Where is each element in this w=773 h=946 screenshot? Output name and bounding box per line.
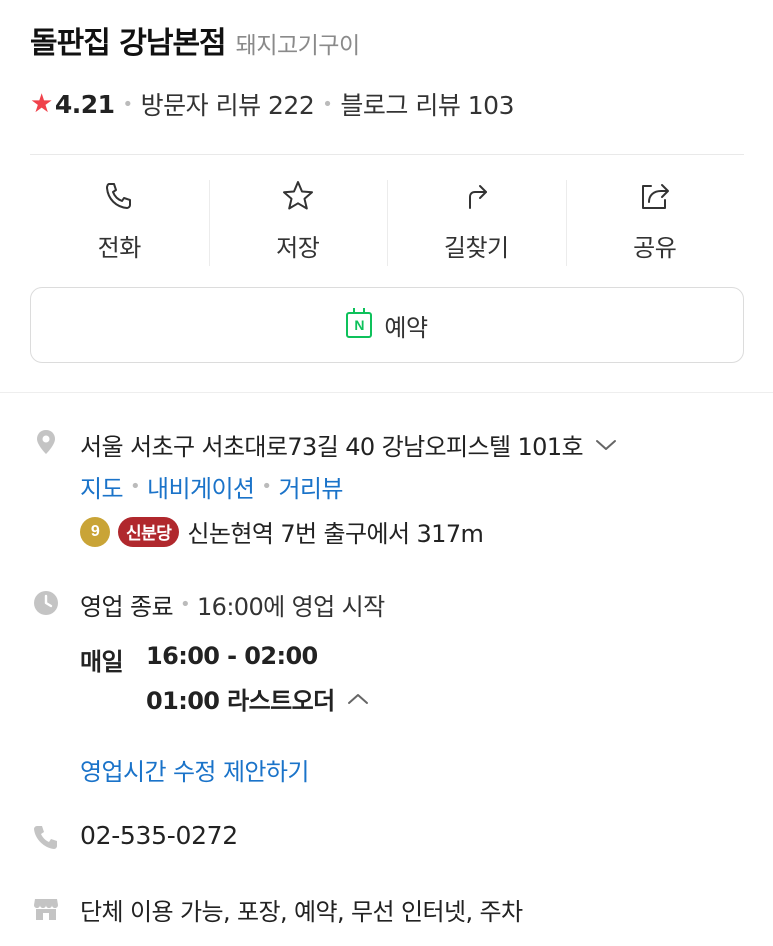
last-order-text: 01:00 라스트오더 <box>146 687 335 715</box>
separator-dot: • <box>261 476 272 497</box>
save-button[interactable]: 저장 <box>208 170 388 270</box>
save-label: 저장 <box>276 234 320 262</box>
hours-day: 매일 <box>80 648 124 676</box>
directions-icon <box>469 185 488 209</box>
place-header: 돌판집 강남본점 돼지고기구이 <box>30 18 360 62</box>
business-status: 영업 종료 <box>80 593 174 621</box>
chevron-down-icon[interactable] <box>595 438 617 452</box>
separator-dot: • <box>179 594 191 615</box>
rating-score: 4.21 <box>54 89 115 119</box>
subway-line-9-badge: 9 <box>80 516 110 547</box>
street-view-link[interactable]: 거리뷰 <box>278 469 343 504</box>
separator-dot: • <box>129 476 141 497</box>
blog-reviews-link[interactable]: 블로그 리뷰 103 <box>340 86 514 122</box>
hours-status-row: 영업 종료 • 16:00에 영업 시작 <box>80 587 385 622</box>
action-bar: 전화 저장 길찾기 공유 <box>30 170 744 270</box>
phone-number[interactable]: 02-535-0272 <box>80 821 238 850</box>
phone-icon <box>106 183 132 209</box>
visitor-reviews-link[interactable]: 방문자 리뷰 222 <box>141 86 315 122</box>
separator-dot: • <box>322 93 333 115</box>
divider <box>30 154 744 155</box>
phone-filled-icon <box>34 826 57 849</box>
directions-label: 길찾기 <box>443 234 509 262</box>
subway-sinbundang-badge: 신분당 <box>118 516 180 547</box>
address-row[interactable]: 서울 서초구 서초대로73길 40 강남오피스텔 101호 <box>80 427 617 462</box>
location-pin-icon <box>37 430 55 454</box>
naver-calendar-icon: N <box>346 308 373 338</box>
share-icon <box>641 184 669 209</box>
reserve-button[interactable]: N 예약 <box>30 287 744 363</box>
hours-time-range: 16:00 - 02:00 <box>146 642 318 670</box>
address-text: 서울 서초구 서초대로73길 40 강남오피스텔 101호 <box>80 433 584 461</box>
place-name: 돌판집 강남본점 <box>30 26 227 61</box>
subway-directions: 신논현역 7번 출구에서 317m <box>187 520 484 548</box>
clock-icon <box>34 591 58 615</box>
reserve-label: 예약 <box>384 313 428 342</box>
directions-button[interactable]: 길찾기 <box>387 170 566 270</box>
map-link[interactable]: 지도 <box>80 469 124 504</box>
call-button[interactable]: 전화 <box>30 170 209 270</box>
chevron-up-icon[interactable] <box>347 692 369 706</box>
call-label: 전화 <box>97 234 142 262</box>
place-category: 돼지고기구이 <box>235 33 360 59</box>
last-order-row[interactable]: 01:00 라스트오더 <box>146 681 369 716</box>
share-label: 공유 <box>633 234 677 262</box>
section-divider <box>0 392 773 393</box>
subway-info: 9 신분당 신논현역 7번 출구에서 317m <box>80 514 484 549</box>
next-open-time: 16:00에 영업 시작 <box>196 593 385 621</box>
separator-dot: • <box>122 93 134 115</box>
rating-row: ★ 4.21 • 방문자 리뷰 222 • 블로그 리뷰 103 <box>30 86 514 122</box>
star-outline-icon <box>282 181 313 210</box>
star-icon: ★ <box>30 89 53 119</box>
map-links: 지도 • 내비게이션 • 거리뷰 <box>80 469 343 504</box>
suggest-hours-edit-link[interactable]: 영업시간 수정 제안하기 <box>80 752 309 787</box>
navigation-link[interactable]: 내비게이션 <box>147 469 255 504</box>
store-icon <box>34 899 58 920</box>
share-button[interactable]: 공유 <box>565 170 745 270</box>
facilities-list: 단체 이용 가능, 포장, 예약, 무선 인터넷, 주차 <box>80 898 523 926</box>
